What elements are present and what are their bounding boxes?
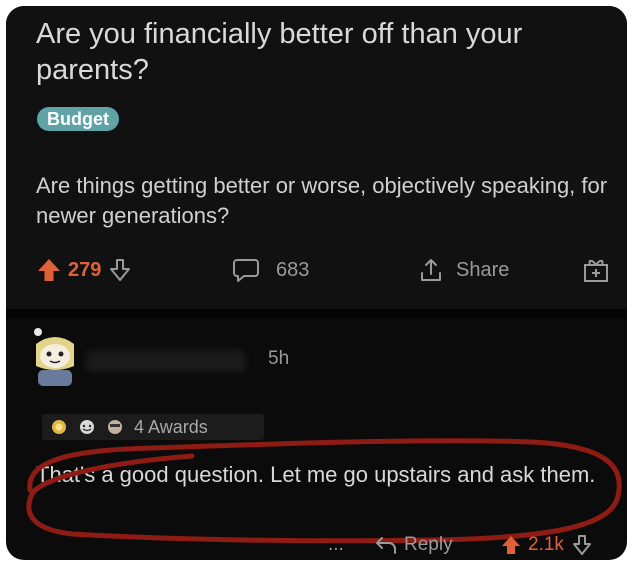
comment-count: 683 bbox=[276, 258, 310, 281]
username-redacted bbox=[86, 350, 246, 372]
reply-button[interactable]: Reply bbox=[374, 532, 453, 558]
more-options-label: ... bbox=[328, 534, 344, 555]
flair-badge[interactable]: Budget bbox=[37, 107, 119, 131]
section-divider bbox=[6, 309, 627, 319]
comment-action-bar: ... Reply 2.1k bbox=[6, 532, 627, 558]
post-title[interactable]: Are you financially better off than your… bbox=[36, 16, 596, 88]
downvote-icon[interactable] bbox=[572, 534, 592, 556]
comment-vote-group: 2.1k bbox=[500, 532, 592, 558]
upvote-icon[interactable] bbox=[36, 257, 62, 283]
share-button[interactable]: Share bbox=[418, 254, 509, 286]
screenshot-frame: Are you financially better off than your… bbox=[6, 6, 627, 560]
reply-label: Reply bbox=[404, 534, 453, 555]
reply-icon bbox=[376, 537, 396, 554]
comment-score: 2.1k bbox=[528, 534, 564, 555]
upvote-count: 279 bbox=[68, 258, 102, 281]
post-action-bar: 279 683 Share bbox=[6, 254, 627, 286]
share-icon bbox=[421, 259, 441, 281]
more-options-button[interactable]: ... bbox=[328, 532, 344, 558]
vote-group: 279 bbox=[36, 254, 131, 286]
award-button[interactable] bbox=[582, 254, 610, 286]
share-label: Share bbox=[456, 258, 510, 281]
post-body: Are things getting better or worse, obje… bbox=[36, 173, 608, 228]
upvote-icon[interactable] bbox=[500, 534, 522, 556]
comments-button[interactable]: 683 bbox=[232, 254, 309, 286]
gift-icon bbox=[584, 259, 608, 282]
downvote-icon[interactable] bbox=[109, 258, 131, 282]
post-card: Are you financially better off than your… bbox=[6, 6, 627, 309]
comment-timestamp: 5h bbox=[268, 348, 290, 369]
avatar[interactable] bbox=[30, 326, 80, 388]
comment-icon bbox=[233, 259, 259, 282]
